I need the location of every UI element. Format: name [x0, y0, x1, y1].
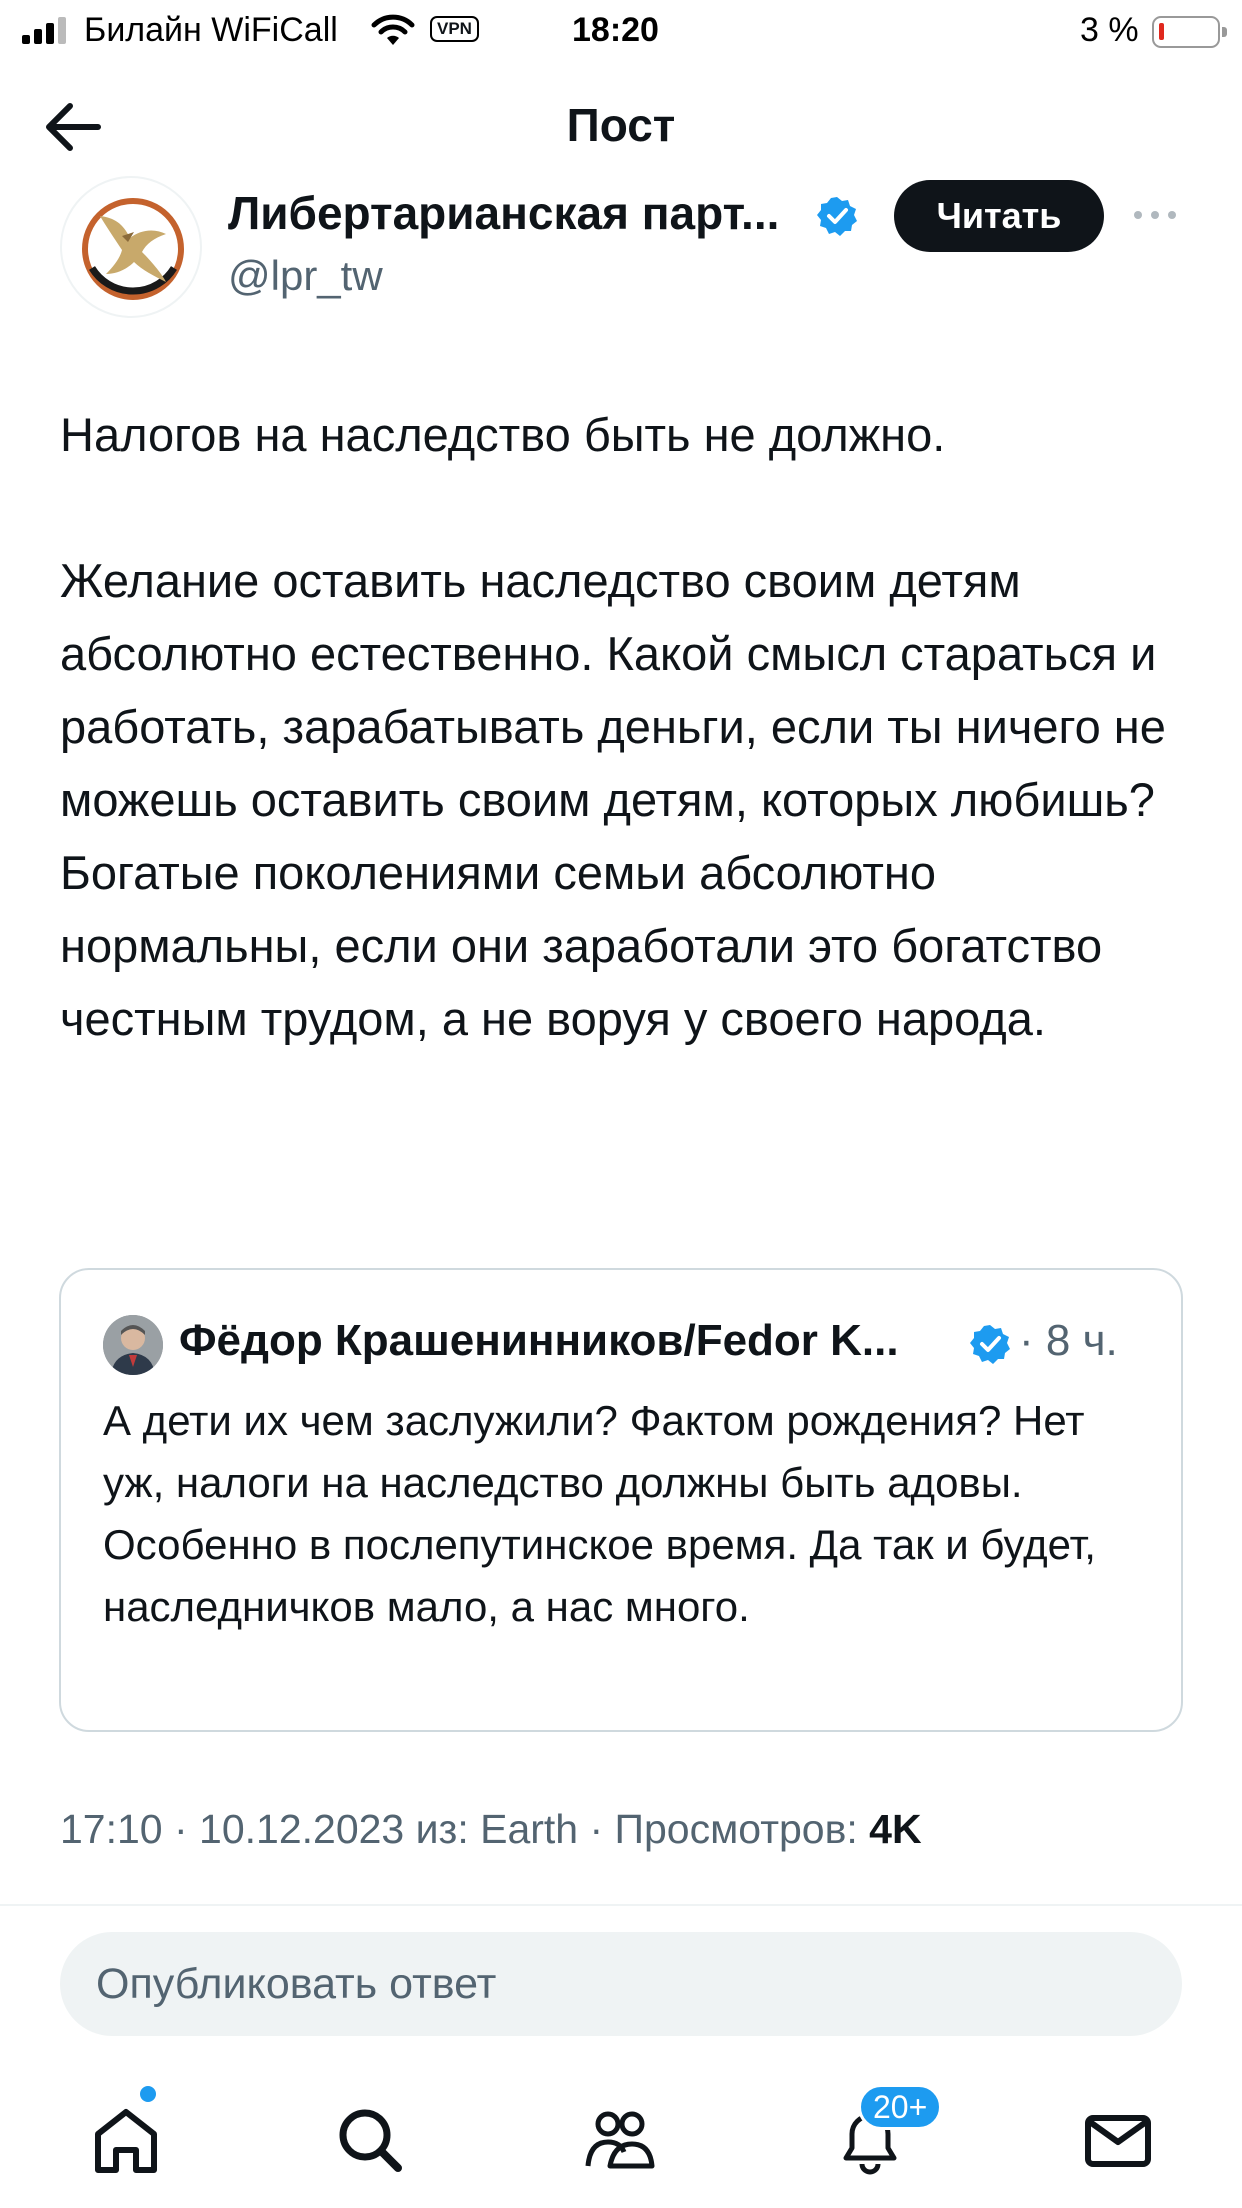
reply-placeholder: Опубликовать ответ	[96, 1960, 497, 2008]
post-paragraph: Желание оставить наследство своим детям …	[60, 554, 1166, 1045]
verified-badge-icon	[817, 197, 857, 236]
more-options-icon[interactable]	[1130, 200, 1180, 230]
notifications-badge: 20+	[858, 2084, 943, 2130]
cellular-signal-icon	[22, 16, 66, 44]
libertarian-party-logo	[82, 198, 184, 300]
author-avatar[interactable]	[60, 176, 202, 318]
post-text: Налогов на наследство быть не должно. Же…	[60, 398, 1200, 1055]
quote-text: А дети их чем заслужили? Фактом рождения…	[103, 1397, 1096, 1630]
bottom-tab-bar	[0, 2080, 1242, 2208]
quoted-post-card[interactable]: Фёдор Крашенинников/Fedor K... · 8 ч. А …	[59, 1268, 1183, 1732]
author-name[interactable]: Либертарианская парт...	[228, 186, 779, 240]
status-time: 18:20	[572, 11, 659, 49]
vpn-badge: VPN	[430, 16, 479, 42]
quote-author-name: Фёдор Крашенинников/Fedor K...	[179, 1316, 899, 1365]
post-meta: 17:10 · 10.12.2023 из: Earth · Просмотро…	[60, 1806, 922, 1853]
search-icon[interactable]	[330, 2100, 410, 2180]
home-icon[interactable]	[86, 2100, 166, 2180]
author-handle[interactable]: @lpr_tw	[228, 252, 383, 300]
home-unread-dot	[140, 2086, 156, 2102]
reply-input[interactable]: Опубликовать ответ	[60, 1932, 1182, 2036]
quote-timestamp: · 8 ч.	[1019, 1316, 1118, 1365]
messages-icon[interactable]	[1078, 2100, 1158, 2180]
battery-icon	[1152, 16, 1227, 48]
verified-badge-icon	[970, 1325, 1010, 1364]
top-header: Пост	[0, 62, 1242, 190]
post-paragraph: Налогов на наследство быть не должно.	[60, 408, 946, 461]
status-bar: Билайн WiFiCall VPN 18:20 3 %	[0, 0, 1242, 62]
post-meta-details: 17:10 · 10.12.2023 из: Earth · Просмотро…	[60, 1806, 858, 1852]
page-title: Пост	[566, 99, 676, 151]
divider	[0, 1904, 1242, 1906]
communities-icon[interactable]	[580, 2100, 660, 2180]
quote-author-avatar	[103, 1315, 163, 1375]
carrier-name: Билайн WiFiCall	[84, 11, 338, 49]
wifi-icon	[371, 14, 415, 45]
battery-percent: 3 %	[1080, 11, 1139, 49]
views-count[interactable]: 4K	[869, 1806, 921, 1852]
follow-button[interactable]: Читать	[894, 180, 1104, 252]
